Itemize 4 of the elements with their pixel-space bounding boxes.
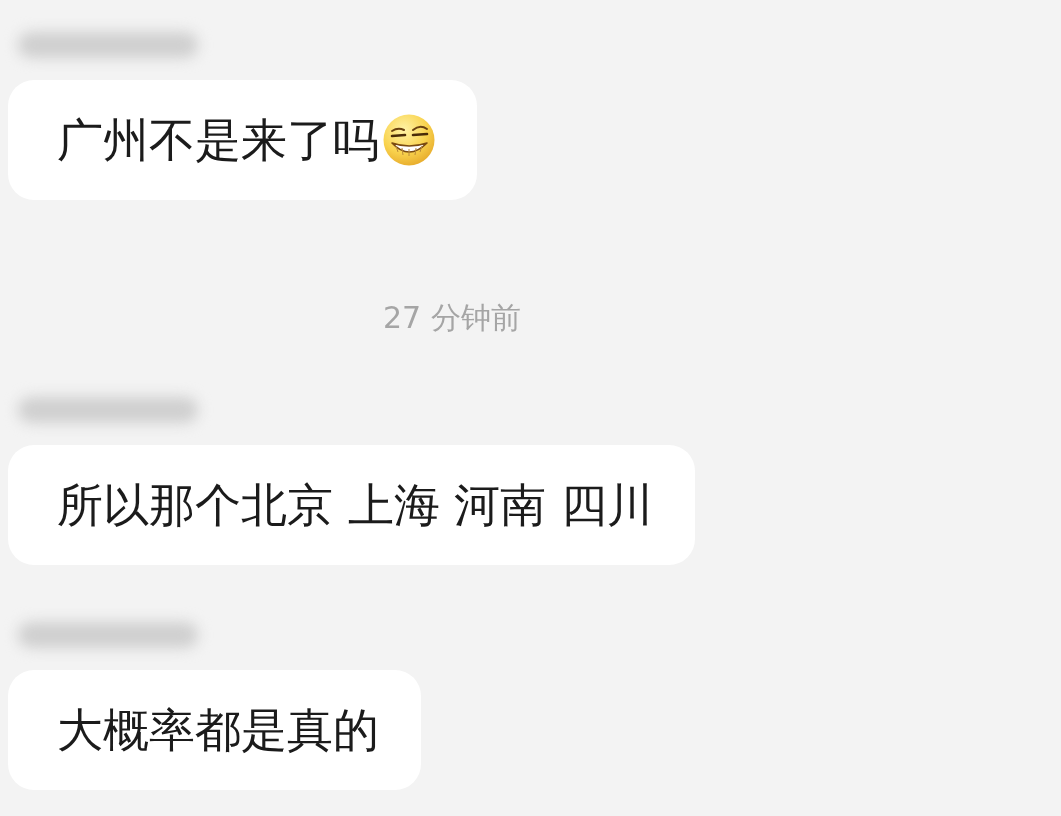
- timestamp: 27 分钟前: [383, 299, 521, 337]
- message-text: 大概率都是真的: [57, 702, 379, 758]
- message-text: 所以那个北京 上海 河南 四川: [57, 477, 653, 533]
- message-text: 广州不是来了吗: [57, 112, 379, 168]
